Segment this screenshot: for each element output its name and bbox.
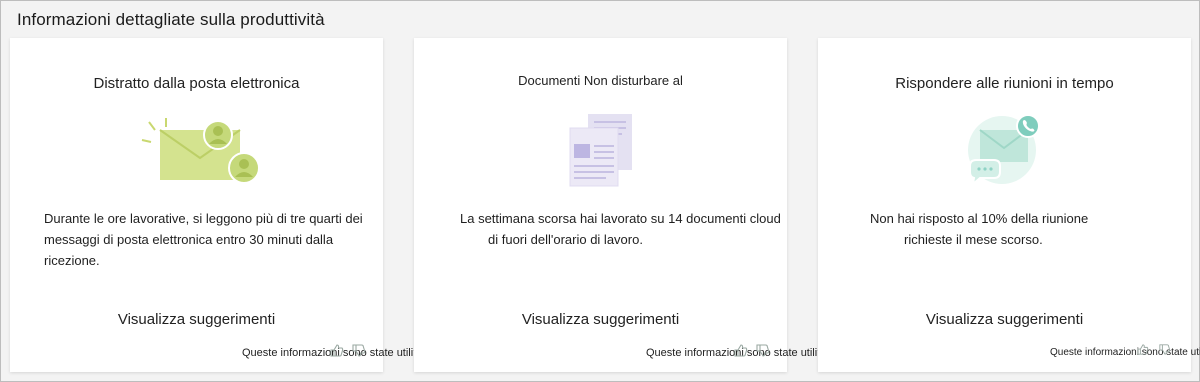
view-suggestions-link[interactable]: Visualizza suggerimenti bbox=[10, 311, 383, 328]
card-body-line: Durante le ore lavorative, si leggono pi… bbox=[44, 211, 363, 226]
card-body: Durante le ore lavorative, si leggono pi… bbox=[44, 208, 383, 271]
thumbs-down-icon[interactable] bbox=[351, 344, 366, 357]
view-suggestions-link[interactable]: Visualizza suggerimenti bbox=[414, 311, 787, 328]
meeting-response-icon bbox=[968, 114, 1040, 187]
card-body: La settimana scorsa hai lavorato su 14 d… bbox=[460, 208, 781, 250]
card-title: Distratto dalla posta elettronica bbox=[93, 75, 300, 92]
thumbs-up-icon[interactable] bbox=[329, 344, 344, 357]
insight-card-documents: Documenti Non disturbare al La settimana… bbox=[414, 38, 823, 372]
insights-panel: Informazioni dettagliate sulla produttiv… bbox=[0, 0, 1200, 382]
card-body: Non hai risposto al 10% della riunione r… bbox=[870, 208, 1088, 250]
card-body-line: richieste il mese scorso. bbox=[904, 232, 1043, 247]
feedback-question: Queste informazioni sono state utili? bbox=[1050, 347, 1200, 358]
page-title: Informazioni dettagliate sulla produttiv… bbox=[17, 10, 325, 29]
card-body-line: messaggi di posta elettronica entro 30 m… bbox=[44, 232, 334, 268]
card-body-line: di fuori dell'orario di lavoro. bbox=[488, 232, 643, 247]
documents-icon bbox=[569, 114, 632, 187]
insight-card-meetings: Rispondere alle riunioni in tempo Non ha… bbox=[818, 38, 1200, 372]
thumbs-up-icon[interactable] bbox=[733, 344, 748, 357]
thumbs-down-icon[interactable] bbox=[755, 344, 770, 357]
card-body-line: Non hai risposto al 10% della riunione bbox=[870, 211, 1089, 226]
view-suggestions-link[interactable]: Visualizza suggerimenti bbox=[818, 311, 1191, 328]
email-distraction-icon bbox=[141, 118, 258, 184]
thumbs-down-icon[interactable] bbox=[1158, 344, 1171, 355]
card-title: Documenti Non disturbare al bbox=[518, 73, 683, 88]
insight-card-email: Distratto dalla posta elettronica Durant… bbox=[10, 38, 419, 372]
card-title: Rispondere alle riunioni in tempo bbox=[895, 75, 1114, 92]
thumbs-up-icon[interactable] bbox=[1136, 344, 1149, 355]
card-body-line: La settimana scorsa hai lavorato su 14 d… bbox=[460, 211, 781, 226]
